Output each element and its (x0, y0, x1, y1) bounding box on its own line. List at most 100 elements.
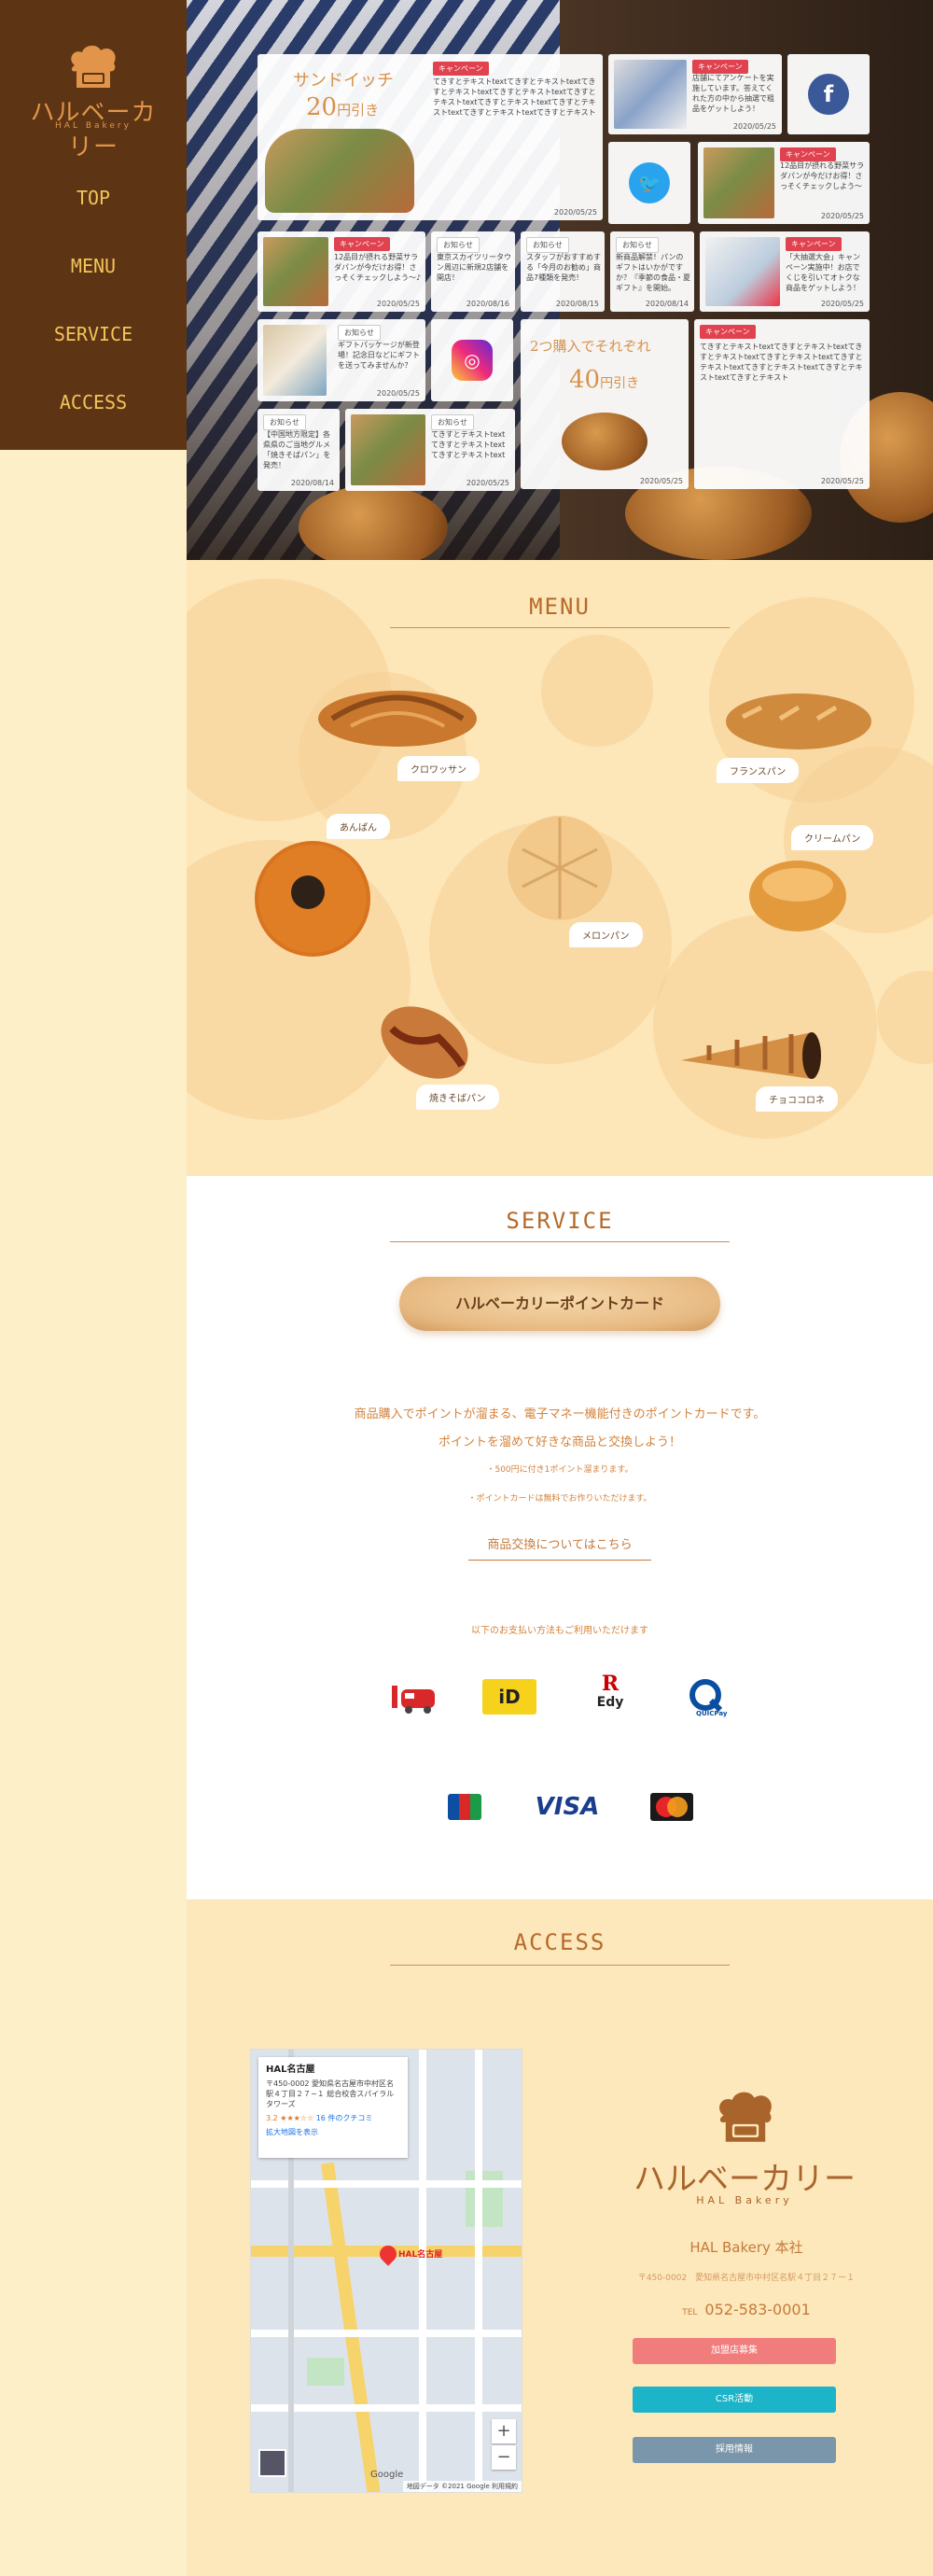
payment-caption: 以下のお支払い方法もご利用いただけます (471, 1626, 648, 1636)
news-text: 「大抽選大会」キャンペーン実施中！お店でくじを引いてオトクな商品をゲットしよう！ (786, 253, 860, 292)
post-date: 2020/08/14 (645, 300, 689, 308)
choco-cornet-image (681, 1032, 821, 1079)
zoom-in-button[interactable]: + (492, 2419, 516, 2443)
google-map[interactable]: HAL名古屋 HAL名古屋 〒450-0002 愛知県名古屋市中村区名駅４丁目２… (250, 2049, 522, 2493)
access-section: ACCESS HAL名古屋 HAL名古屋 〒450-0002 愛知県名古屋市中村… (187, 1899, 933, 2576)
brand-logo[interactable]: ハルベーカリー HAL Bakery (23, 45, 163, 161)
franchise-button[interactable]: 加盟店募集 (633, 2338, 836, 2364)
nav-access[interactable]: ACCESS (0, 382, 187, 450)
company-logo-sub: HAL Bakery (696, 2194, 793, 2206)
promo-donut-card[interactable]: 2つ購入でそれぞれ 40円引き 2020/05/25 (521, 319, 689, 489)
campaign-tag: キャンペーン (700, 325, 756, 339)
post-date: 2020/08/15 (555, 300, 599, 308)
map-enlarge-link[interactable]: 拡大地図を表示 (266, 2127, 400, 2137)
map-pin-label: HAL名古屋 (398, 2250, 443, 2260)
news-text: てきすとテキストtextてきすとテキストtextてきすとテキストtext (431, 430, 506, 459)
csr-button[interactable]: CSR活動 (633, 2387, 836, 2413)
post-date: 2020/05/25 (820, 477, 864, 485)
french-bread-image (726, 693, 871, 749)
twitter-icon: 🐦 (629, 162, 670, 203)
ticket-image (614, 60, 687, 129)
instagram-button[interactable]: ◎ (431, 319, 513, 401)
exchange-link[interactable]: 商品交換についてはこちら (468, 1531, 651, 1561)
quicpay-icon: QUICPay (681, 1676, 741, 1717)
melonpan-image (508, 816, 612, 920)
service-description: 商品購入でポイントが溜まる、電子マネー機能付きのポイントカードです。 (354, 1407, 766, 1421)
recruit-button[interactable]: 採用情報 (633, 2437, 836, 2463)
point-card-banner: ハルベーカリーポイントカード (399, 1277, 720, 1331)
news-text: 店舗にてアンケートを実施しています。答えてくれた方の中から抽選で粗品をゲットしよ… (692, 74, 774, 113)
news-card[interactable]: キャンペーン 12品目が摂れる野菜サラダパンが今だけお得！さっそくチェックしよう… (698, 142, 870, 224)
post-date: 2020/05/25 (376, 389, 420, 398)
menu-item-label: クロワッサン (397, 756, 480, 781)
company-name: HAL Bakery 本社 (689, 2239, 803, 2256)
service-note: ・ポイントカードは無料でお作りいただけます。 (467, 1494, 652, 1504)
facebook-button[interactable]: f (787, 54, 870, 134)
news-card[interactable]: キャンペーン 「大抽選大会」キャンペーン実施中！お店でくじを引いてオトクな商品を… (700, 231, 870, 312)
news-card[interactable]: お知らせ 【中国地方限定】各県県のご当地グルメ「焼きそばパン」を発売！ 2020… (258, 409, 340, 491)
menu-item-label: メロンパン (569, 922, 643, 947)
news-text: てきすとテキストtextてきすとテキストtextてきすとテキストtextてきすと… (700, 343, 863, 382)
news-text: 東京スカイツリータウン周辺に新規2店舗を開店！ (437, 253, 511, 282)
news-text: ギフトパッケージが新登場！記念日などにギフトを送ってみませんか？ (338, 341, 420, 370)
map-credit: 地図データ ©2021 Google 利用規約 (402, 2481, 522, 2492)
facebook-icon: f (808, 74, 849, 115)
news-tag: お知らせ (526, 237, 569, 253)
news-text: 12品目が摂れる野菜サラダパンが今だけお得！さっそくチェックしよう～ (780, 161, 865, 190)
jcb-icon (435, 1786, 494, 1827)
news-tag: お知らせ (616, 237, 659, 253)
nav-top[interactable]: TOP (0, 177, 187, 245)
section-divider (390, 1241, 730, 1242)
post-date: 2020/05/25 (553, 208, 597, 217)
news-card[interactable]: お知らせ ギフトパッケージが新登場！記念日などにギフトを送ってみませんか？ 20… (258, 319, 425, 401)
company-tel: TEL 052-583-0001 (682, 2301, 811, 2318)
post-date: 2020/05/25 (466, 479, 509, 487)
company-logo: ハルベーカリー HAL Bakery (623, 2086, 866, 2207)
post-date: 2020/05/25 (732, 122, 776, 131)
post-date: 2020/05/25 (376, 300, 420, 308)
section-title: ACCESS (513, 1929, 606, 1955)
satellite-toggle[interactable] (258, 2449, 286, 2477)
zoom-out-button[interactable]: − (492, 2445, 516, 2470)
news-tag: お知らせ (437, 237, 480, 253)
nav-service[interactable]: SERVICE (0, 314, 187, 382)
sandwich-image (351, 414, 425, 485)
google-logo: Google (370, 2470, 404, 2480)
post-date: 2020/08/16 (466, 300, 509, 308)
chef-hat-icon (719, 2092, 772, 2142)
croissant-image (318, 691, 477, 747)
post-date: 2020/08/14 (290, 479, 334, 487)
news-card[interactable]: お知らせ 東京スカイツリータウン周辺に新規2店舗を開店！ 2020/08/16 (431, 231, 515, 312)
menu-item-label: あんぱん (327, 814, 390, 839)
point-card-title: ハルベーカリーポイントカード (454, 1295, 664, 1312)
news-card[interactable]: お知らせ てきすとテキストtextてきすとテキストtextてきすとテキストtex… (345, 409, 515, 491)
promo-price: 20円引き (306, 93, 380, 121)
nav-menu[interactable]: MENU (0, 245, 187, 314)
sandwich-image (703, 147, 774, 218)
twitter-button[interactable]: 🐦 (608, 142, 690, 224)
promo-title: 2つ購入でそれぞれ (530, 338, 651, 355)
news-card[interactable]: お知らせ 新商品解禁！パンのギフトはいかがですか？『季節の食品・夏ギフト』を開始… (610, 231, 694, 312)
section-title: SERVICE (506, 1208, 614, 1234)
promo-price: 40円引き (569, 366, 640, 394)
campaign-tag: キャンペーン (334, 237, 390, 251)
news-card[interactable]: お知らせ スタッフがおすすめする「今月のお勧め」商品7種類を発売！ 2020/0… (521, 231, 605, 312)
menu-item-label: 焼きそばパン (416, 1085, 499, 1110)
map-rating: 3.2 ★★★☆☆ 16 件のクチコミ (266, 2114, 373, 2122)
main-nav: TOP MENU SERVICE ACCESS (0, 177, 187, 450)
company-address: 〒450-0002 愛知県名古屋市中村区名駅４丁目２７ー１ (637, 2274, 856, 2283)
lottery-image (705, 237, 780, 306)
news-tag: お知らせ (431, 414, 474, 430)
news-card[interactable]: キャンペーン てきすとテキストtextてきすとテキストtextてきすとテキストt… (694, 319, 870, 489)
news-card[interactable]: キャンペーン 店舗にてアンケートを実施しています。答えてくれた方の中から抽選で粗… (608, 54, 782, 134)
section-title: MENU (529, 594, 591, 620)
menu-item-label: チョココロネ (756, 1086, 838, 1112)
promo-sandwich-card[interactable]: サンドイッチ 20円引き キャンペーン てきすとテキストtextてきすとテキスト… (258, 54, 603, 220)
svg-text:QUICPay: QUICPay (696, 1710, 728, 1717)
sidebar: ハルベーカリー HAL Bakery TOP MENU SERVICE ACCE… (0, 0, 187, 450)
news-card[interactable]: キャンペーン 12品目が摂れる野菜サラダパンが今だけお得！さっそくチェックしよう… (258, 231, 425, 312)
promo-text: てきすとテキストtextてきすとテキストtextてきすとテキストtextてきすと… (433, 77, 596, 117)
section-divider (390, 1965, 730, 1966)
post-date: 2020/05/25 (820, 300, 864, 308)
edy-icon: R Edy (596, 1672, 624, 1710)
